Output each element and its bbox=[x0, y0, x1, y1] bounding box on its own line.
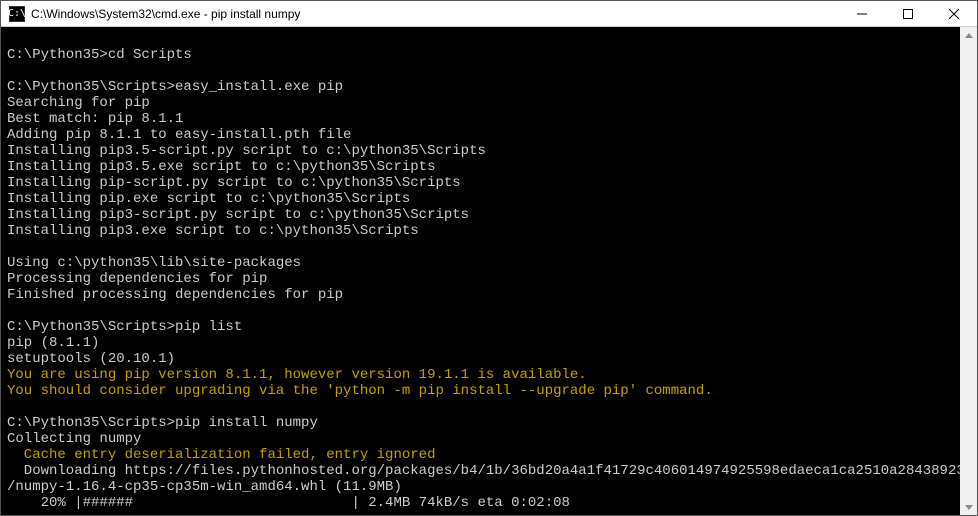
terminal-line: C:\Python35\Scripts>pip list bbox=[7, 319, 954, 335]
terminal-line: 20% |###### | 2.4MB 74kB/s eta 0:02:08 bbox=[7, 495, 954, 511]
maximize-icon bbox=[903, 9, 913, 19]
terminal-line: Searching for pip bbox=[7, 95, 954, 111]
window-title: C:\Windows\System32\cmd.exe - pip instal… bbox=[31, 7, 839, 21]
terminal-line: You should consider upgrading via the 'p… bbox=[7, 383, 954, 399]
terminal-line bbox=[7, 303, 954, 319]
cmd-icon: C:\ bbox=[9, 6, 25, 22]
terminal-line: You are using pip version 8.1.1, however… bbox=[7, 367, 954, 383]
terminal-line: C:\Python35>cd Scripts bbox=[7, 47, 954, 63]
scroll-track[interactable] bbox=[960, 44, 977, 498]
scroll-up-icon[interactable] bbox=[960, 27, 977, 44]
minimize-icon bbox=[857, 9, 867, 19]
maximize-button[interactable] bbox=[885, 1, 931, 26]
terminal-line: Installing pip-script.py script to c:\py… bbox=[7, 175, 954, 191]
terminal-line bbox=[7, 31, 954, 47]
close-button[interactable] bbox=[931, 1, 977, 26]
command-prompt-window: C:\ C:\Windows\System32\cmd.exe - pip in… bbox=[0, 0, 978, 516]
terminal-line: Installing pip3.5.exe script to c:\pytho… bbox=[7, 159, 954, 175]
terminal-line: Best match: pip 8.1.1 bbox=[7, 111, 954, 127]
terminal-line: Processing dependencies for pip bbox=[7, 271, 954, 287]
terminal-line: Downloading https://files.pythonhosted.o… bbox=[7, 463, 954, 479]
scrollbar[interactable] bbox=[960, 27, 977, 515]
terminal-line: /numpy-1.16.4-cp35-cp35m-win_amd64.whl (… bbox=[7, 479, 954, 495]
terminal-line bbox=[7, 63, 954, 79]
window-controls bbox=[839, 1, 977, 26]
terminal-line: Installing pip.exe script to c:\python35… bbox=[7, 191, 954, 207]
terminal-line: Installing pip3.exe script to c:\python3… bbox=[7, 223, 954, 239]
titlebar[interactable]: C:\ C:\Windows\System32\cmd.exe - pip in… bbox=[1, 1, 977, 27]
terminal-line: Installing pip3-script.py script to c:\p… bbox=[7, 207, 954, 223]
terminal-line: Installing pip3.5-script.py script to c:… bbox=[7, 143, 954, 159]
terminal-line: Adding pip 8.1.1 to easy-install.pth fil… bbox=[7, 127, 954, 143]
terminal-line: Collecting numpy bbox=[7, 431, 954, 447]
terminal-line: C:\Python35\Scripts>pip install numpy bbox=[7, 415, 954, 431]
terminal-line: Using c:\python35\lib\site-packages bbox=[7, 255, 954, 271]
terminal-output[interactable]: C:\Python35>cd Scripts C:\Python35\Scrip… bbox=[1, 27, 960, 515]
terminal-line: Cache entry deserialization failed, entr… bbox=[7, 447, 954, 463]
terminal-line: Finished processing dependencies for pip bbox=[7, 287, 954, 303]
terminal-line: C:\Python35\Scripts>easy_install.exe pip bbox=[7, 79, 954, 95]
terminal-line bbox=[7, 399, 954, 415]
terminal-line bbox=[7, 239, 954, 255]
terminal-container: C:\Python35>cd Scripts C:\Python35\Scrip… bbox=[1, 27, 977, 515]
terminal-line: setuptools (20.10.1) bbox=[7, 351, 954, 367]
scroll-down-icon[interactable] bbox=[960, 498, 977, 515]
terminal-line: pip (8.1.1) bbox=[7, 335, 954, 351]
minimize-button[interactable] bbox=[839, 1, 885, 26]
close-icon bbox=[949, 9, 959, 19]
